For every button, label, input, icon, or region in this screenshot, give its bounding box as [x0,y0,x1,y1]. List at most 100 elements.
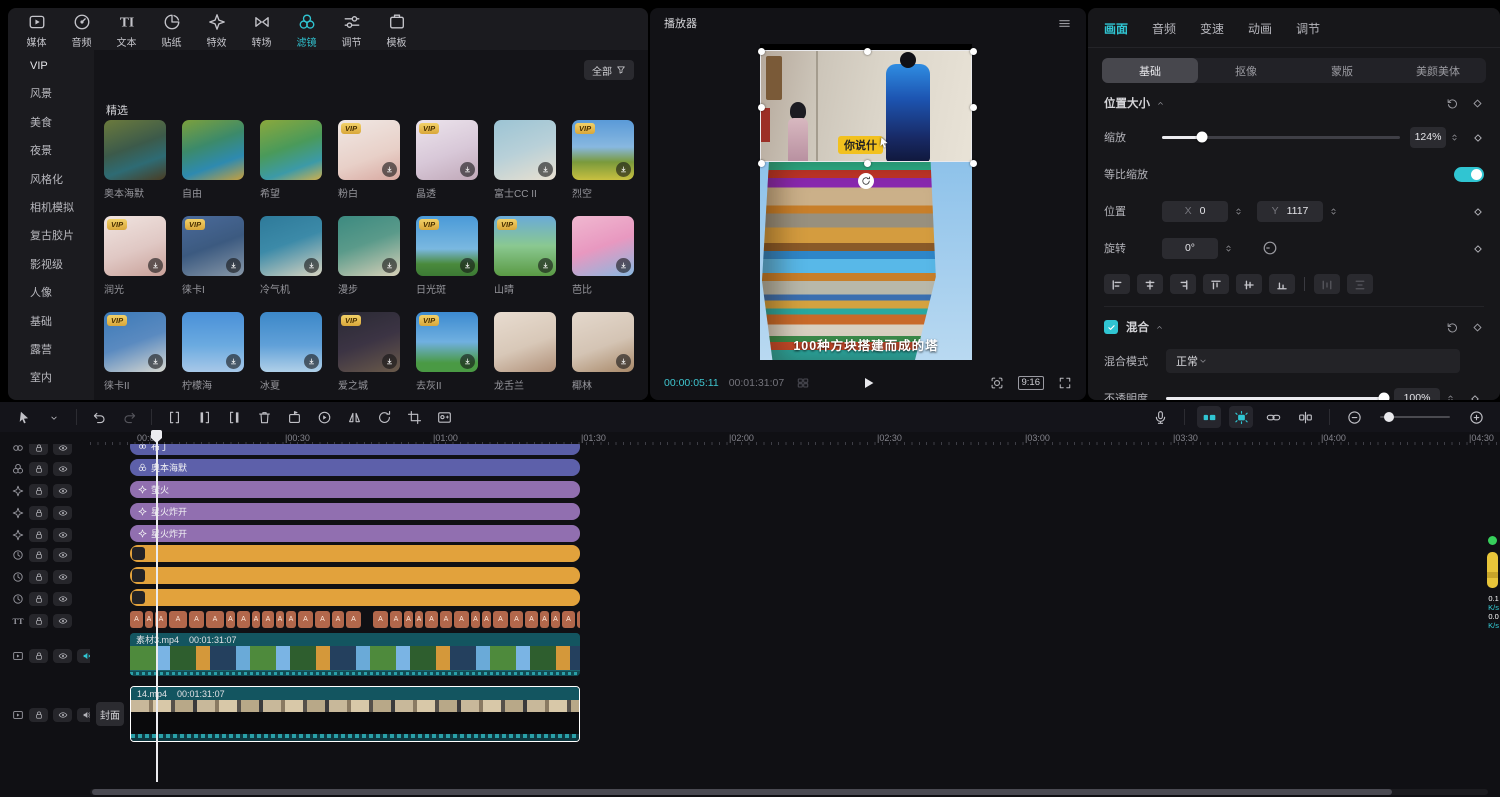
filter-thumbnail[interactable] [182,120,244,180]
filter-card[interactable]: 柠檬海 [182,312,244,392]
position-y-field[interactable]: Y1117 [1257,201,1323,222]
filter-thumbnail[interactable]: VIP [572,120,634,180]
toggle-track-visibility-button[interactable] [53,444,72,455]
lock-track-button[interactable] [29,506,48,520]
lock-track-button[interactable] [29,444,48,455]
text-clip[interactable]: A [454,611,469,628]
text-clip[interactable]: A [286,611,296,628]
toolbar-item-media[interactable]: 媒体 [18,12,55,50]
video-clip[interactable]: 素材3.mp4 00:01:31:07 [130,633,580,676]
filter-thumbnail[interactable] [572,312,634,372]
download-icon[interactable] [460,354,475,369]
lock-track-button[interactable] [29,528,48,542]
lock-track-button[interactable] [29,548,48,562]
text-clip[interactable]: A [482,611,491,628]
toolbar-item-audio[interactable]: 音频 [63,12,100,50]
scale-stepper[interactable] [1449,127,1460,148]
tab-音频[interactable]: 音频 [1152,20,1176,37]
microphone-button[interactable] [1148,406,1172,428]
filter-card[interactable]: VIP 爱之城 [338,312,400,392]
zoom-in-button[interactable] [1464,406,1488,428]
sticker-clip[interactable] [130,567,580,584]
preview-axis-button[interactable] [1293,406,1317,428]
blend-keyframe-icon[interactable] [1471,321,1484,334]
filter-thumbnail[interactable] [182,312,244,372]
download-icon[interactable] [616,162,631,177]
rotate-field[interactable]: 0° [1162,238,1218,259]
rotate-handle[interactable] [858,173,874,189]
filter-card[interactable]: 奥本海默 [104,120,166,200]
text-clip[interactable]: A [471,611,480,628]
sidebar-item[interactable]: 美食 [8,109,94,137]
filter-card[interactable]: VIP 烈空 [572,120,634,200]
text-clip[interactable]: A [390,611,402,628]
opacity-slider[interactable] [1166,397,1384,400]
filter-card[interactable]: 自由 [182,120,244,200]
align-top-button[interactable] [1203,274,1229,294]
auto-snap-button[interactable] [1229,406,1253,428]
aspect-ratio-button[interactable]: 9:16 [1018,376,1045,390]
video-preview[interactable]: 你说什 100种方块搭建而成的塔 [760,44,972,360]
filter-card[interactable]: VIP 山晴 [494,216,556,296]
sidebar-item[interactable]: 黑白 [8,393,94,400]
download-icon[interactable] [226,354,241,369]
blend-mode-dropdown[interactable]: 正常 [1166,349,1460,373]
player-menu-icon[interactable] [1057,16,1072,31]
undo-button[interactable] [87,406,111,428]
toolbar-item-fx[interactable]: 特效 [198,12,235,50]
text-clip[interactable]: A [551,611,560,628]
text-clip[interactable]: A [525,611,538,628]
text-clip[interactable]: A [298,611,313,628]
filter-thumbnail[interactable]: VIP [338,312,400,372]
text-clip[interactable]: A [155,611,167,628]
effect-clip[interactable]: 星火炸开 [130,503,580,520]
filter-all-button[interactable]: 全部 [584,60,634,80]
scale-keyframe-button[interactable] [1472,130,1484,145]
position-x-stepper[interactable] [1231,201,1245,222]
redo-button[interactable] [117,406,141,428]
download-icon[interactable] [616,354,631,369]
filter-thumbnail[interactable]: VIP [494,216,556,276]
text-clip[interactable]: A [440,611,452,628]
subtab-美颜美体[interactable]: 美颜美体 [1390,58,1486,83]
subtab-基础[interactable]: 基础 [1102,58,1198,83]
filter-thumbnail[interactable] [338,216,400,276]
toolbar-item-filter[interactable]: 滤镜 [288,12,325,50]
reset-icon[interactable] [1446,97,1459,110]
effect-clip[interactable]: 星火炸开 [130,525,580,542]
text-clip[interactable]: A [130,611,143,628]
toolbar-item-sticker[interactable]: 贴纸 [153,12,190,50]
download-icon[interactable] [304,354,319,369]
timeline-zoom-slider[interactable] [1380,416,1450,418]
lock-track-button[interactable] [29,462,48,476]
selected-video-clip[interactable]: 14.mp4 00:01:31:07 [130,686,580,742]
sidebar-item[interactable]: 基础 [8,308,94,336]
toolbar-item-transition[interactable]: 转场 [243,12,280,50]
sidebar-item[interactable]: 复古胶片 [8,222,94,250]
filter-card[interactable]: 冷气机 [260,216,322,296]
rotate-keyframe-button[interactable] [1472,241,1484,256]
text-clip[interactable]: A [510,611,523,628]
text-clip[interactable]: A [206,611,224,628]
scrollbar-thumb[interactable] [92,789,1392,795]
text-clip[interactable]: A [346,611,361,628]
opacity-stepper[interactable] [1443,388,1457,401]
frames-view-icon[interactable] [796,374,810,392]
distribute-h-button[interactable] [1314,274,1340,294]
keyframe-icon[interactable] [1471,97,1484,110]
download-icon[interactable] [382,354,397,369]
text-clip[interactable]: A [262,611,274,628]
filter-thumbnail[interactable] [104,120,166,180]
lock-track-button[interactable] [29,592,48,606]
rotate-dial[interactable] [1261,239,1279,257]
filter-thumbnail[interactable]: VIP [182,216,244,276]
text-clip[interactable]: A [562,611,575,628]
tab-变速[interactable]: 变速 [1200,20,1224,37]
filter-card[interactable]: 漫步 [338,216,400,296]
rotate-stepper[interactable] [1221,238,1235,259]
text-clip[interactable]: A [415,611,423,628]
subtab-抠像[interactable]: 抠像 [1198,58,1294,83]
download-icon[interactable] [226,258,241,273]
filter-card[interactable]: 龙舌兰 [494,312,556,392]
toggle-track-visibility-button[interactable] [53,708,72,722]
